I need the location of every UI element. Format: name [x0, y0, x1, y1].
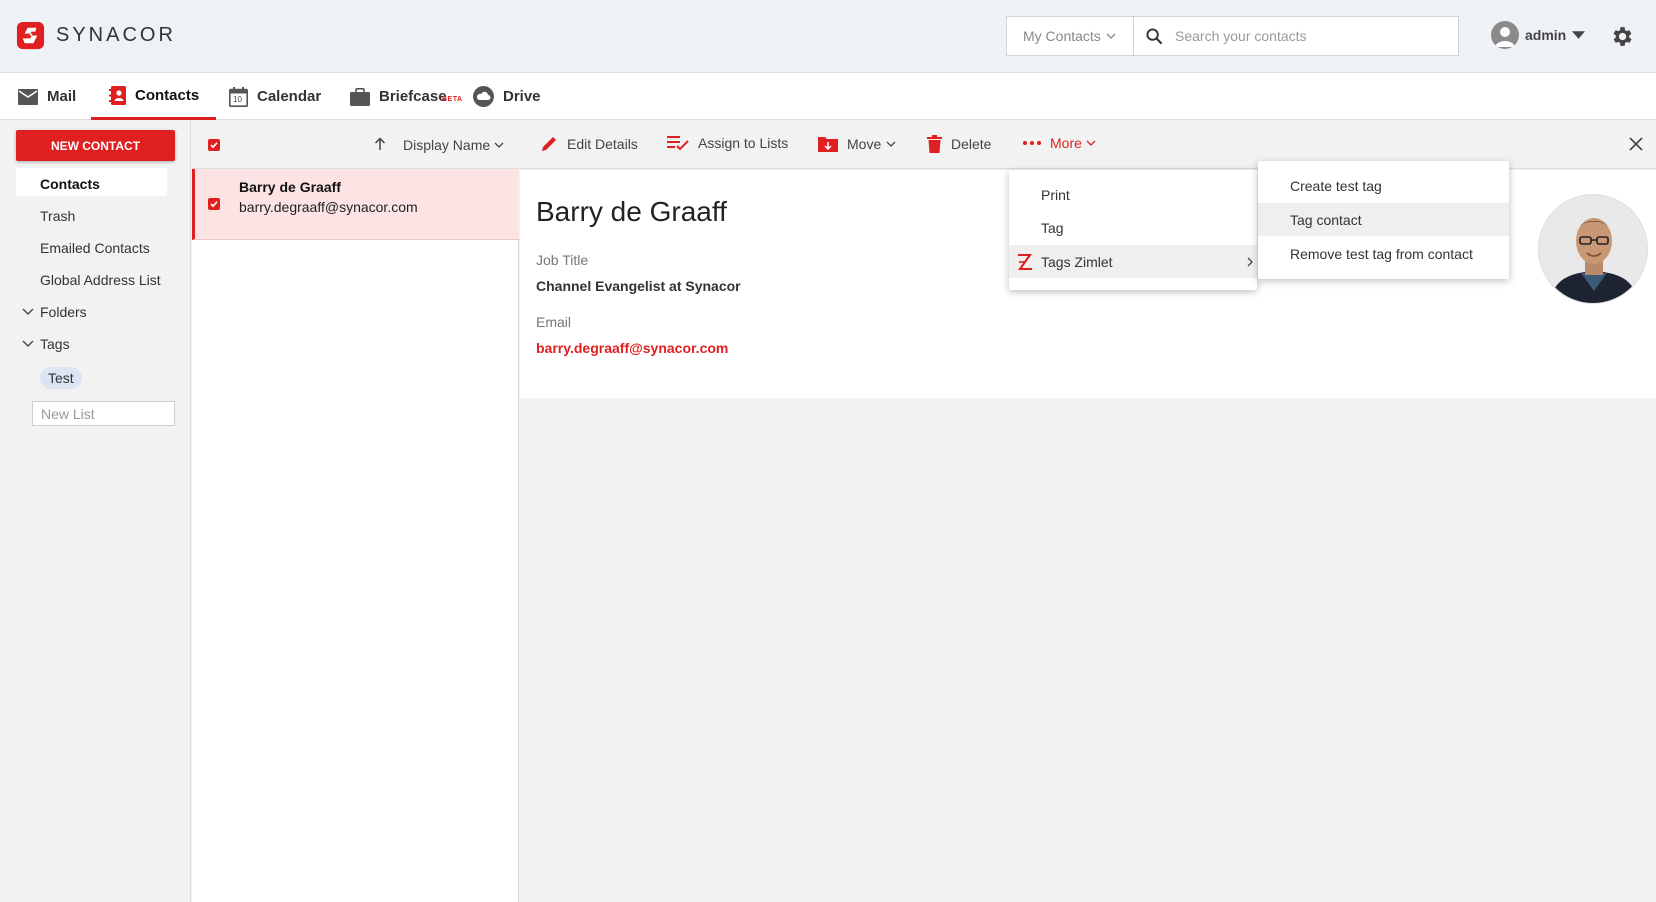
sidebar-item-emailed-contacts[interactable]: Emailed Contacts — [40, 240, 150, 256]
search-icon[interactable] — [1146, 27, 1163, 45]
sidebar-item-global-address-list[interactable]: Global Address List — [40, 272, 161, 288]
check-icon — [210, 201, 218, 208]
sidebar-group-tags[interactable]: Tags — [22, 336, 70, 352]
chevron-down-icon — [1086, 140, 1096, 146]
sidebar-tags-label: Tags — [40, 336, 70, 352]
tab-calendar-label: Calendar — [257, 88, 322, 105]
tab-mail[interactable]: Mail — [18, 73, 76, 120]
sidebar-item-trash[interactable]: Trash — [40, 208, 75, 224]
tags-zimlet-label: Tags Zimlet — [1041, 253, 1113, 270]
delete-label: Delete — [951, 136, 992, 152]
app-header: SYNACOR My Contacts admin — [0, 0, 1656, 73]
gear-icon[interactable] — [1609, 24, 1634, 49]
search-bar: My Contacts — [1006, 16, 1459, 56]
email-label: Email — [536, 314, 572, 330]
sidebar-item-contacts[interactable]: Contacts — [40, 176, 100, 192]
calendar-icon: 10 — [229, 86, 248, 107]
contact-email: barry.degraaff@synacor.com — [239, 199, 418, 215]
job-title-label: Job Title — [536, 252, 589, 268]
chevron-down-icon — [22, 308, 34, 315]
mail-icon — [18, 88, 38, 105]
tab-calendar[interactable]: 10 Calendar — [229, 73, 321, 120]
playlist-check-icon — [667, 136, 689, 151]
tab-mail-label: Mail — [47, 88, 77, 105]
trash-icon — [927, 135, 942, 153]
contact-name: Barry de Graaff — [239, 179, 341, 195]
pencil-icon — [542, 137, 556, 151]
folder-move-icon — [818, 137, 838, 152]
app-nav: Mail Contacts 10 Calendar Briefcase BETA… — [0, 73, 1656, 120]
beta-badge: BETA — [442, 96, 463, 103]
sidebar-group-folders[interactable]: Folders — [22, 304, 87, 320]
edit-details-button[interactable]: Edit Details — [541, 135, 638, 152]
select-all-checkbox[interactable] — [208, 139, 220, 151]
tab-briefcase[interactable]: Briefcase BETA — [350, 73, 462, 120]
move-label: Move — [847, 135, 882, 152]
menu-item-remove-test-tag[interactable]: Remove test tag from contact — [1258, 237, 1509, 270]
menu-item-tags-zimlet[interactable]: Tags Zimlet — [1009, 245, 1257, 278]
more-menu: Print Tag Tags Zimlet — [1009, 170, 1257, 290]
chevron-down-icon — [886, 141, 896, 147]
chevron-right-icon — [1247, 257, 1253, 267]
search-scope-select[interactable]: My Contacts — [1007, 17, 1134, 55]
tab-contacts-label: Contacts — [135, 86, 200, 104]
contact-list-header: Display Name — [192, 121, 519, 169]
tab-briefcase-label: Briefcase — [379, 88, 447, 105]
user-name: admin — [1525, 27, 1567, 43]
briefcase-icon — [350, 87, 370, 106]
caret-down-icon — [1572, 31, 1586, 39]
user-menu[interactable]: admin — [1491, 21, 1586, 49]
more-button[interactable]: More — [1023, 135, 1096, 151]
tag-item-test[interactable]: Test — [40, 367, 82, 389]
edit-details-label: Edit Details — [567, 135, 638, 152]
contacts-icon — [109, 85, 126, 105]
job-title-value: Channel Evangelist at Synacor — [536, 278, 741, 294]
sort-label: Display Name — [403, 137, 491, 153]
tab-drive-label: Drive — [503, 88, 541, 105]
contact-photo — [1538, 194, 1648, 304]
chevron-down-icon — [494, 142, 504, 148]
search-input[interactable] — [1175, 28, 1455, 44]
contact-list-pane: Display Name Barry de Graaff barry.degra… — [192, 121, 519, 902]
email-value-link[interactable]: barry.degraaff@synacor.com — [536, 340, 728, 356]
chevron-down-icon — [1106, 33, 1116, 39]
cloud-icon — [473, 86, 494, 107]
search-scope-label: My Contacts — [1023, 28, 1101, 44]
sidebar-folders-label: Folders — [40, 304, 87, 320]
menu-item-print[interactable]: Print — [1009, 178, 1257, 211]
new-list-input[interactable] — [32, 401, 175, 426]
menu-item-tag-contact[interactable]: Tag contact — [1258, 203, 1509, 236]
avatar — [1491, 21, 1519, 49]
zimlet-z-icon — [1018, 253, 1032, 270]
synacor-logo[interactable]: SYNACOR — [15, 20, 176, 51]
menu-item-tag[interactable]: Tag — [1009, 211, 1257, 244]
synacor-logo-icon — [16, 21, 45, 50]
sidebar: NEW CONTACT Contacts Trash Emailed Conta… — [0, 121, 191, 902]
menu-item-create-test-tag[interactable]: Create test tag — [1258, 169, 1509, 202]
sort-dropdown[interactable]: Display Name — [403, 137, 504, 153]
move-button[interactable]: Move — [818, 135, 896, 152]
detail-contact-name: Barry de Graaff — [536, 196, 727, 227]
calendar-icon-day: 10 — [233, 94, 242, 104]
tab-contacts[interactable]: Contacts — [91, 73, 217, 120]
contact-checkbox[interactable] — [208, 198, 220, 210]
sort-ascending-icon[interactable] — [374, 137, 386, 151]
assign-to-lists-button[interactable]: Assign to Lists — [667, 135, 788, 151]
tags-zimlet-submenu: Create test tag Tag contact Remove test … — [1258, 161, 1509, 279]
tab-drive[interactable]: Drive — [473, 73, 541, 120]
contact-list-item[interactable]: Barry de Graaff barry.degraaff@synacor.c… — [192, 169, 519, 240]
more-horizontal-icon — [1023, 141, 1041, 145]
chevron-down-icon — [22, 340, 34, 347]
more-label: More — [1050, 135, 1082, 151]
check-icon — [210, 142, 218, 149]
new-contact-button[interactable]: NEW CONTACT — [16, 130, 175, 161]
delete-button[interactable]: Delete — [927, 135, 991, 153]
brand-name: SYNACOR — [56, 24, 176, 46]
close-icon[interactable] — [1629, 137, 1643, 151]
assign-to-lists-label: Assign to Lists — [698, 135, 789, 151]
